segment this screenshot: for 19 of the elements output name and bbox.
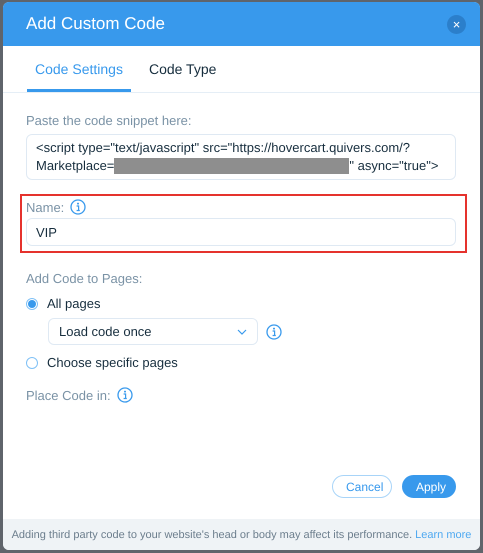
- chevron-icon: [237, 328, 247, 334]
- window-title: Add Custom Code: [26, 14, 165, 34]
- radio-option[interactable]: All pages: [26, 296, 100, 311]
- field-label: Name:: [26, 200, 64, 214]
- tab[interactable]: Code Type: [140, 46, 224, 92]
- section-label: Place Code in:: [26, 388, 111, 402]
- radio-button[interactable]: [26, 356, 38, 368]
- footer-text: Adding third party code to your website's head or body may affect its performance.: [12, 528, 412, 540]
- name-field[interactable]: VIP: [26, 218, 456, 246]
- info-icon[interactable]: [116, 387, 133, 403]
- info-icon[interactable]: [70, 199, 86, 215]
- info-icon[interactable]: [266, 324, 282, 340]
- radio-option[interactable]: Choose specific pages: [26, 355, 178, 370]
- radio-button[interactable]: [26, 298, 38, 310]
- code-field[interactable]: <script type="text/javascript" src="https://hovercart.quivers.com/? Marketplace= " async="true">: [26, 134, 456, 180]
- section-label: Add Code to Pages:: [26, 271, 142, 286]
- field-label: Paste the code snippet here:: [26, 113, 193, 128]
- load-dropdown[interactable]: Load code once: [48, 318, 258, 345]
- close-button[interactable]: ×: [447, 14, 466, 34]
